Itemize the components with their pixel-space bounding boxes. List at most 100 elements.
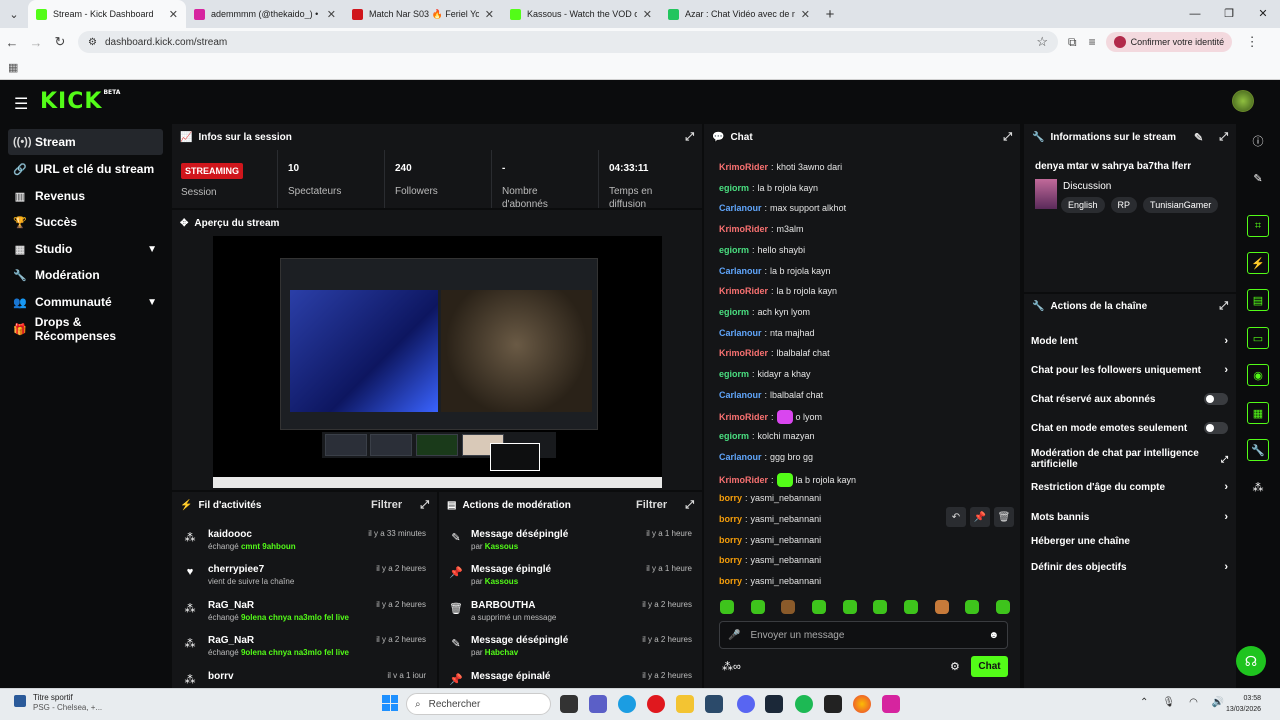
emote-icon[interactable]: [811, 600, 826, 614]
chat-message[interactable]: egiorm: hello shaybi: [719, 245, 805, 255]
rail-broadcast[interactable]: ◉: [1240, 364, 1276, 386]
mod-user[interactable]: Kassous: [485, 577, 518, 586]
close-tab-icon[interactable]: ✕: [801, 8, 810, 21]
chat-message[interactable]: egiorm: kidayr a khay: [719, 369, 811, 379]
chat-username[interactable]: KrimoRider: [719, 412, 768, 422]
chat-message[interactable]: Carlanour: max support alkhot: [719, 203, 846, 213]
opera-icon[interactable]: [647, 695, 665, 713]
emote-icon[interactable]: [965, 600, 980, 614]
windows-start-icon[interactable]: [382, 695, 398, 711]
activity-user[interactable]: borrv: [208, 671, 234, 682]
chat-message[interactable]: KrimoRider: khoti 3awno dari: [719, 162, 842, 172]
sidebar-item-url[interactable]: 🔗 URL et clé du stream: [8, 156, 163, 182]
expand-icon[interactable]: ⤢: [1003, 131, 1012, 144]
obs-icon[interactable]: [824, 695, 842, 713]
confirm-identity-button[interactable]: Confirmer votre identité: [1105, 32, 1233, 52]
volume-icon[interactable]: 🔊: [1212, 697, 1224, 708]
chat-username[interactable]: borry: [719, 493, 742, 503]
chat-username[interactable]: egiorm: [719, 183, 749, 193]
back-icon[interactable]: ←: [0, 35, 24, 50]
activity-user[interactable]: RaG_NaR: [208, 635, 254, 646]
sidebar-item-drops[interactable]: 🎁 Drops & Récompenses: [8, 315, 163, 343]
rail-clip[interactable]: ⌗: [1240, 215, 1276, 237]
sidebar-item-stream[interactable]: ((•)) Stream: [8, 129, 163, 155]
tag[interactable]: RP: [1110, 197, 1138, 213]
rail-edit[interactable]: ✎: [1240, 167, 1276, 189]
apps-grid-icon[interactable]: ▦: [8, 61, 18, 74]
emote-icon[interactable]: [842, 600, 857, 614]
chat-username[interactable]: egiorm: [719, 369, 749, 379]
forward-icon[interactable]: →: [24, 35, 48, 50]
chevron-up-icon[interactable]: ⌃: [1140, 697, 1148, 708]
category-name[interactable]: Discussion: [1063, 181, 1111, 192]
activity-user[interactable]: cherrypiee7: [208, 564, 264, 575]
chat-message[interactable]: borry: yasmi_nebannani: [719, 576, 821, 586]
user-avatar[interactable]: [1232, 90, 1254, 112]
sidebar-item-communaute[interactable]: 👥 Communauté ▼: [8, 289, 163, 315]
chat-message[interactable]: Carlanour: nta majhad: [719, 328, 815, 338]
expand-icon[interactable]: ⤢: [685, 499, 694, 512]
new-tab-button[interactable]: +: [818, 6, 842, 23]
rail-info[interactable]: ⓘ: [1240, 130, 1276, 152]
rail-notes[interactable]: ▤: [1240, 289, 1276, 311]
chat-message[interactable]: Carlanour: la b rojola kayn: [719, 266, 831, 276]
mod-user[interactable]: Habchav: [485, 648, 518, 657]
sidebar-item-succes[interactable]: 🏆 Succès: [8, 209, 163, 235]
minimize-icon[interactable]: —: [1178, 0, 1212, 28]
emote-icon[interactable]: [750, 600, 765, 614]
chat-message[interactable]: borry: yasmi_nebannani: [719, 514, 821, 524]
subscribers-only-toggle[interactable]: [1204, 393, 1228, 405]
mic-icon[interactable]: 🎙: [1162, 697, 1175, 708]
chat-message[interactable]: Carlanour: lbalbalaf chat: [719, 390, 823, 400]
browser-tab-0[interactable]: Stream - Kick Dashboard ✕: [28, 0, 186, 28]
chat-message[interactable]: egiorm: ach kyn lyom: [719, 307, 810, 317]
tab-search-icon[interactable]: ⌄: [0, 0, 28, 28]
chat-message[interactable]: KrimoRider: la b rojola kayn: [719, 286, 837, 296]
browser-menu-icon[interactable]: ⋮: [1240, 34, 1264, 50]
chat-username[interactable]: Carlanour: [719, 390, 762, 400]
browser-tab-3[interactable]: Kassous - Watch the VOD on K ✕: [502, 0, 660, 28]
chat-message[interactable]: KrimoRider: m3alm: [719, 224, 804, 234]
action-followers-only[interactable]: Chat pour les followers uniquement ›: [1031, 364, 1228, 376]
rail-tools[interactable]: 🔧: [1240, 439, 1276, 461]
rail-flash[interactable]: ⚡: [1240, 252, 1276, 274]
filter-button[interactable]: Filtrer: [371, 499, 402, 511]
url-input[interactable]: ⚙ dashboard.kick.com/stream ☆: [78, 31, 1058, 53]
activity-user[interactable]: RaG_NaR: [208, 600, 254, 611]
chat-username[interactable]: egiorm: [719, 431, 749, 441]
chat-username[interactable]: KrimoRider: [719, 224, 768, 234]
spotify-icon[interactable]: [795, 695, 813, 713]
instagram-icon[interactable]: [882, 695, 900, 713]
delete-icon[interactable]: 🗑: [994, 507, 1014, 527]
wifi-icon[interactable]: ◠: [1189, 697, 1198, 708]
edit-pencil-icon[interactable]: ✎: [1194, 131, 1203, 144]
emoji-icon[interactable]: ☻: [988, 630, 999, 641]
filter-button[interactable]: Filtrer: [636, 499, 667, 511]
media-controls-icon[interactable]: ≡: [1089, 35, 1096, 50]
chat-username[interactable]: KrimoRider: [719, 348, 768, 358]
chat-message[interactable]: KrimoRider: la b rojola kayn: [719, 473, 856, 487]
site-info-icon[interactable]: ⚙: [88, 37, 97, 48]
chat-username[interactable]: Carlanour: [719, 328, 762, 338]
settings-gear-icon[interactable]: ⚙: [950, 660, 960, 673]
support-button[interactable]: ☊: [1236, 646, 1266, 676]
chat-username[interactable]: KrimoRider: [719, 286, 768, 296]
infinite-points-icon[interactable]: ⁂∞: [722, 660, 741, 673]
chat-message[interactable]: borry: yasmi_nebannani: [719, 535, 821, 545]
action-host-channel[interactable]: Héberger une chaîne: [1031, 536, 1228, 547]
close-tab-icon[interactable]: ✕: [327, 8, 336, 21]
chat-username[interactable]: borry: [719, 514, 742, 524]
emote-icon[interactable]: [995, 600, 1010, 614]
chat-username[interactable]: KrimoRider: [719, 162, 768, 172]
calculator-icon[interactable]: [705, 695, 723, 713]
chat-message[interactable]: Carlanour: ggg bro gg: [719, 452, 813, 462]
browser-tab-1[interactable]: ademmmm (@thekaido_) • Pho ✕: [186, 0, 344, 28]
rail-points[interactable]: ⁂: [1240, 476, 1276, 498]
chat-message[interactable]: KrimoRider: lbalbalaf chat: [719, 348, 830, 358]
browser-tab-2[interactable]: Match Nar S03 🔥 Feriel Yous ✕: [344, 0, 502, 28]
reply-icon[interactable]: ↶: [946, 507, 966, 527]
action-ai-moderation[interactable]: Modération de chat par intelligence arti…: [1031, 448, 1228, 470]
rail-layout[interactable]: ▦: [1240, 402, 1276, 424]
action-age-restriction[interactable]: Restriction d'âge du compte ›: [1031, 481, 1228, 493]
chat-input[interactable]: 🎤 Envoyer un message ☻: [719, 621, 1008, 649]
